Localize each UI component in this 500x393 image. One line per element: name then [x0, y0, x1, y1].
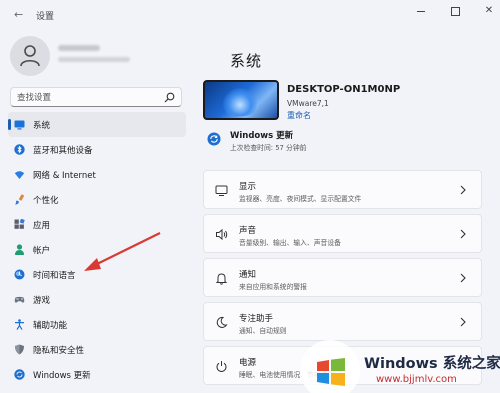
bluetooth-icon	[14, 144, 25, 155]
avatar[interactable]	[10, 36, 50, 76]
card-description: 音量级别、输出、输入、声音设备	[239, 239, 341, 247]
chevron-right-icon	[460, 317, 466, 327]
back-arrow-icon[interactable]: ←	[14, 8, 26, 22]
card-title: 声音	[239, 226, 257, 236]
minimize-button[interactable]	[414, 5, 428, 17]
windows-bloom-image	[223, 88, 257, 116]
settings-card-notifications[interactable]: 通知 来自应用和系统的警报	[203, 258, 482, 297]
close-button[interactable]: ✕	[482, 5, 496, 17]
sidebar-item-apps[interactable]: 应用	[8, 212, 186, 237]
user-name-redacted	[58, 45, 100, 51]
person-icon	[15, 244, 24, 255]
sidebar-nav: 系统 蓝牙和其他设备 网络 & Internet 个性化 应用 帐户 时间和语言…	[8, 112, 186, 387]
sidebar-item-privacy[interactable]: 隐私和安全性	[8, 337, 186, 362]
user-email-redacted	[58, 57, 130, 62]
gamepad-icon	[14, 296, 25, 303]
sidebar-item-label: 隐私和安全性	[33, 346, 85, 356]
bell-icon	[215, 273, 228, 285]
sidebar-item-label: 个性化	[33, 196, 59, 206]
sidebar-item-label: Windows 更新	[33, 371, 91, 381]
display-icon	[215, 185, 228, 196]
search-icon[interactable]	[164, 92, 175, 103]
chevron-right-icon	[460, 229, 466, 239]
page-title: 系统	[230, 52, 263, 70]
chevron-right-icon	[460, 185, 466, 195]
update-icon	[14, 369, 25, 380]
sidebar-item-system[interactable]: 系统	[8, 112, 186, 137]
windows-update-title[interactable]: Windows 更新	[230, 129, 293, 141]
maximize-button[interactable]	[448, 5, 462, 17]
sidebar-item-label: 辅助功能	[33, 321, 68, 331]
window-title: 设置	[36, 12, 55, 22]
sidebar-item-personalization[interactable]: 个性化	[8, 187, 186, 212]
sidebar-item-gaming[interactable]: 游戏	[8, 287, 186, 312]
card-title: 通知	[239, 270, 257, 280]
person-icon	[20, 45, 40, 67]
settings-card-focus-assist[interactable]: 专注助手 通知、自动规则	[203, 302, 482, 341]
speaker-icon	[216, 228, 228, 241]
globe-clock-icon	[14, 269, 25, 280]
settings-card-sound[interactable]: 声音 音量级别、输出、输入、声音设备	[203, 214, 482, 253]
watermark: Windows 系统之家 www.bjjmlv.com	[300, 340, 500, 393]
wifi-icon	[14, 171, 25, 179]
sidebar-item-accessibility[interactable]: 辅助功能	[8, 312, 186, 337]
sidebar-item-accounts[interactable]: 帐户	[8, 237, 186, 262]
update-icon[interactable]	[207, 132, 221, 146]
sidebar-item-time-language[interactable]: 时间和语言	[8, 262, 186, 287]
search-input[interactable]	[17, 91, 157, 104]
power-icon	[216, 361, 227, 372]
title-bar: ← 设置 ✕	[0, 0, 500, 30]
settings-search-box[interactable]	[10, 87, 182, 107]
monitor-icon	[14, 120, 25, 130]
card-title: 显示	[239, 182, 257, 192]
rename-link[interactable]: 重命名	[287, 110, 311, 121]
card-title: 专注助手	[239, 314, 274, 324]
sidebar-item-label: 时间和语言	[33, 271, 76, 281]
card-title: 电源	[239, 358, 257, 368]
device-wallpaper-thumbnail	[203, 80, 279, 120]
sidebar-item-label: 帐户	[33, 246, 51, 256]
accessibility-icon	[15, 319, 24, 330]
sidebar-item-label: 游戏	[33, 296, 51, 306]
apps-icon	[14, 219, 25, 229]
sidebar-item-label: 系统	[33, 121, 51, 131]
watermark-brand: Windows 系统之家	[364, 356, 500, 372]
sidebar-item-bluetooth[interactable]: 蓝牙和其他设备	[8, 137, 186, 162]
device-name: DESKTOP-ON1M0NP	[287, 84, 401, 95]
card-description: 监视器、亮度、夜间模式、显示配置文件	[239, 195, 362, 203]
windows-logo-icon	[317, 358, 345, 386]
card-description: 通知、自动规则	[239, 327, 287, 335]
sidebar-item-label: 应用	[33, 221, 51, 231]
card-description: 来自应用和系统的警报	[239, 283, 307, 291]
sidebar-item-label: 蓝牙和其他设备	[33, 146, 93, 156]
sidebar-item-label: 网络 & Internet	[33, 171, 96, 181]
shield-icon	[15, 344, 24, 355]
watermark-url: www.bjjmlv.com	[376, 374, 457, 385]
sidebar-item-network[interactable]: 网络 & Internet	[8, 162, 186, 187]
device-model: VMware7,1	[287, 99, 329, 108]
sidebar-item-windows-update[interactable]: Windows 更新	[8, 362, 186, 387]
settings-card-display[interactable]: 显示 监视器、亮度、夜间模式、显示配置文件	[203, 170, 482, 209]
brush-icon	[15, 194, 25, 205]
chevron-right-icon	[460, 273, 466, 283]
moon-icon	[216, 316, 228, 328]
windows-update-last-checked: 上次检查时间: 57 分钟前	[230, 144, 307, 152]
